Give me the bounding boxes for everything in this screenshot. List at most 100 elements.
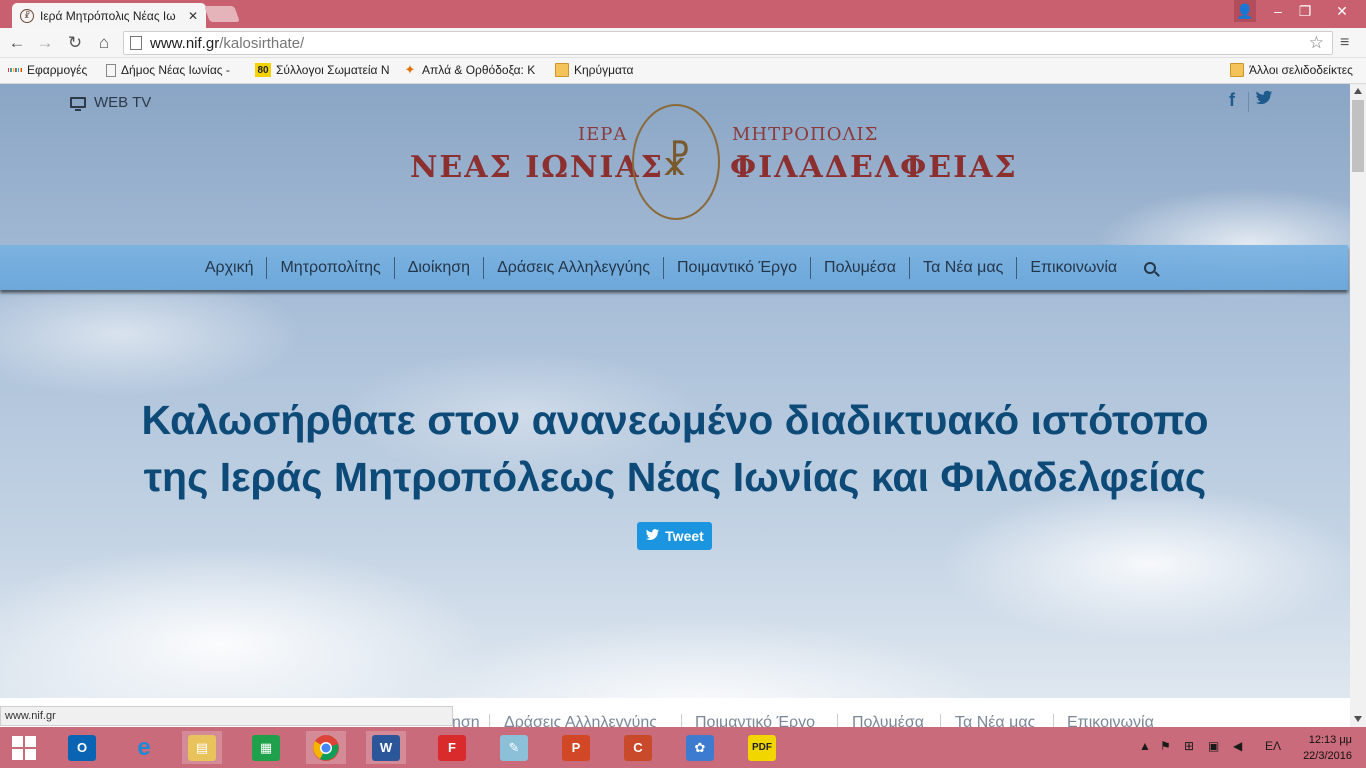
close-window-icon[interactable]: ✕ [1320,0,1364,22]
logo-neas-ionias: ΝΕΑΣ ΙΩΝΙΑΣ [410,150,664,185]
back-arrow-icon[interactable]: ← [6,32,28,54]
powerpoint-icon[interactable]: P [556,731,596,764]
bookmark-label: Κηρύγματα [574,63,634,77]
sticky-nav-item-news[interactable]: Τα Νέα μας [955,714,1035,727]
bookmark-label: Εφαρμογές [27,63,88,77]
task-view-icon[interactable]: ⊞ [1184,739,1194,753]
bookmark-label: Δήμος Νέας Ιωνίας - [121,63,230,77]
network-icon[interactable]: ▣ [1208,739,1219,753]
page-title: Καλωσήρθατε στον ανανεωμένο διαδικτυακό … [0,392,1350,506]
scroll-up-arrow-icon[interactable] [1354,88,1362,94]
nav-item-home[interactable]: Αρχική [192,257,267,279]
tab-title: Ιερά Μητρόπολις Νέας Ιω [40,8,176,23]
scroll-thumb[interactable] [1352,100,1364,172]
apps-icon [7,63,23,77]
monitor-icon [70,97,86,111]
home-icon[interactable]: ⌂ [93,32,115,54]
bookmarks-bar: Εφαρμογές Δήμος Νέας Ιωνίας - 80 Σύλλογο… [0,58,1366,84]
nav-item-solidarity[interactable]: Δράσεις Αλληλεγγύης [483,256,663,279]
new-tab-button[interactable] [204,6,240,22]
browser-toolbar: ← → ↻ ⌂ www.nif.gr/kalosirthate/ ☆ ≡ [0,28,1366,58]
twitter-bird-icon [645,528,660,544]
scroll-down-arrow-icon[interactable] [1354,716,1362,722]
nav-divider [940,714,941,727]
logo-filadelfeias: ΦΙΛΑΔΕΛΦΕΙΑΣ [730,150,1018,185]
nav-item-contact[interactable]: Επικοινωνία [1016,256,1130,279]
show-hidden-icons-icon[interactable]: ▲ [1139,739,1151,753]
nav-item-administration[interactable]: Διοίκηση [393,256,483,279]
nav-item-multimedia[interactable]: Πολυμέσα [810,256,909,279]
tweet-button[interactable]: Tweet [637,522,712,550]
notepad-icon[interactable]: ✎ [494,731,534,764]
other-bookmarks[interactable]: Άλλοι σελιδοδείκτες [1230,63,1353,77]
volume-icon[interactable]: ◀ [1233,739,1242,753]
site-icon: ✦ [404,62,416,77]
bookmark-kirygmata[interactable]: Κηρύγματα [555,63,633,77]
clock-time: 12:13 μμ [1308,734,1352,746]
user-profile-icon[interactable]: 👤 [1234,0,1256,22]
site-favicon-icon: ☧ [20,8,34,23]
sticky-nav-item-administration[interactable]: ηση [452,714,480,727]
word-icon[interactable]: W [366,731,406,764]
80-badge-icon: 80 [255,63,271,77]
clock-date: 22/3/2016 [1303,750,1352,762]
headline-line-1: Καλωσήρθατε στον ανανεωμένο διαδικτυακό … [141,397,1209,443]
sticky-nav-item-pastoral-work[interactable]: Ποιμαντικό Έργο [695,714,815,727]
chrome-menu-icon[interactable]: ≡ [1340,34,1349,52]
forward-arrow-icon[interactable]: → [34,32,56,54]
foxit-reader-icon[interactable]: F [432,731,472,764]
tab-close-icon[interactable]: ✕ [188,9,198,23]
url-host: www.nif.gr [150,34,220,52]
seal-glyph: ☧ [661,140,691,184]
vertical-scrollbar[interactable] [1350,84,1366,727]
browser-tab[interactable]: ☧ Ιερά Μητρόπολις Νέας Ιω ✕ [12,3,206,28]
webtv-link[interactable]: WEB TV [70,94,151,111]
logo-iera: ΙΕΡΑ [578,124,628,145]
nav-item-pastoral-work[interactable]: Ποιμαντικό Έργο [663,256,810,279]
other-bookmarks-label: Άλλοι σελιδοδείκτες [1249,63,1353,77]
folder-icon [555,63,569,77]
bookmark-label: Απλά & Ορθόδοξα: Κ [422,63,536,77]
main-navigation: Αρχική Μητροπολίτης Διοίκηση Δράσεις Αλλ… [0,245,1348,290]
site-logo[interactable]: ΙΕΡΑ ΜΗΤΡΟΠΟΛΙΣ ΝΕΑΣ ΙΩΝΙΑΣ ΦΙΛΑΔΕΛΦΕΙΑΣ… [410,102,1016,222]
nav-divider [489,714,490,727]
internet-explorer-icon[interactable]: e [124,731,164,764]
headline-line-2: της Ιεράς Μητροπόλεως Νέας Ιωνίας και Φι… [143,454,1207,500]
status-bubble: www.nif.gr [0,706,453,726]
bookmark-syllogoi[interactable]: 80 Σύλλογοι Σωματεία Ν [255,63,389,77]
tweet-label: Tweet [665,528,704,544]
webtv-label: WEB TV [94,94,152,111]
language-indicator[interactable]: ΕΛ [1265,739,1281,753]
store-icon[interactable]: ▦ [246,731,286,764]
outlook-icon[interactable]: O [62,731,102,764]
bookmark-dimos[interactable]: Δήμος Νέας Ιωνίας - [106,63,230,77]
bookmark-apla-orthodoxa[interactable]: ✦ Απλά & Ορθόδοξα: Κ [403,62,536,77]
sticky-nav-item-multimedia[interactable]: Πολυμέσα [852,714,924,727]
bookmark-star-icon[interactable]: ☆ [1309,33,1324,53]
sticky-nav-item-contact[interactable]: Επικοινωνία [1067,714,1154,727]
address-bar[interactable]: www.nif.gr/kalosirthate/ ☆ [123,31,1333,55]
chrome-icon[interactable] [306,731,346,764]
maximize-icon[interactable]: ❐ [1292,0,1318,22]
sticky-nav-item-solidarity[interactable]: Δράσεις Αλληλεγγύης [504,714,657,727]
twitter-icon[interactable] [1255,90,1273,111]
minimize-icon[interactable]: – [1264,0,1292,22]
folder-icon [1230,63,1244,77]
system-clock[interactable]: 12:13 μμ 22/3/2016 [1298,732,1352,764]
ccleaner-icon[interactable]: C [618,731,658,764]
url-path: /kalosirthate/ [219,34,305,52]
monogram-seal-icon: ☧ [632,104,720,220]
nav-item-metropolitan[interactable]: Μητροπολίτης [266,256,393,279]
file-explorer-icon[interactable]: ▤ [182,731,222,764]
search-icon[interactable] [1144,261,1157,274]
reload-icon[interactable]: ↻ [64,32,86,54]
bookmark-apps[interactable]: Εφαρμογές [7,63,88,77]
pdf-icon[interactable]: PDF [742,731,782,764]
action-center-flag-icon[interactable]: ⚑ [1160,739,1171,753]
paint-icon[interactable]: ✿ [680,731,720,764]
facebook-icon[interactable]: f [1229,90,1235,111]
page-icon [106,63,116,77]
logo-mitropolis: ΜΗΤΡΟΠΟΛΙΣ [732,124,879,145]
start-icon[interactable] [4,731,44,764]
nav-item-news[interactable]: Τα Νέα μας [909,256,1016,279]
